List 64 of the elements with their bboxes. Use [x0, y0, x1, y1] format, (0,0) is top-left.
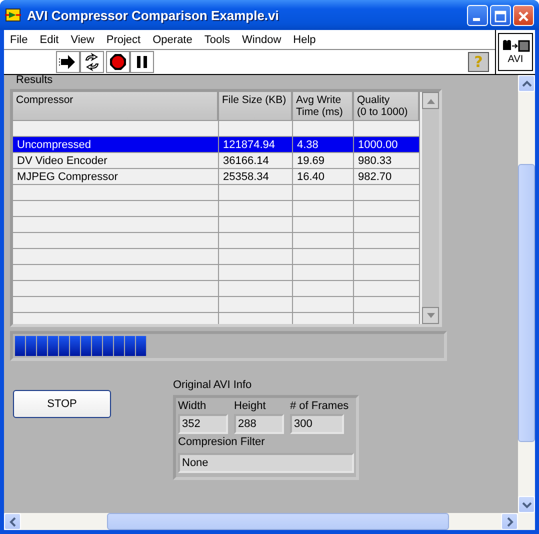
table-cell: DV Video Encoder — [13, 153, 219, 169]
table-cell: 4.38 — [293, 137, 354, 153]
vi-icon-label: AVI — [508, 54, 524, 65]
value-field: 300 — [290, 414, 344, 434]
vertical-scrollbar[interactable] — [518, 75, 535, 513]
arrow-icon — [58, 52, 78, 72]
chevron-left-icon — [8, 516, 16, 526]
close-button[interactable] — [513, 4, 534, 26]
run-continuously-button[interactable] — [80, 51, 104, 73]
stop-button[interactable]: STOP — [13, 390, 111, 418]
table-cell: MJPEG Compressor — [13, 169, 219, 185]
minimize-button[interactable] — [467, 4, 488, 26]
table-cell: 121874.94 — [219, 137, 293, 153]
camera-icon — [502, 39, 530, 53]
column-header[interactable]: Compressor — [13, 92, 219, 121]
chevron-down-icon — [522, 500, 532, 508]
table-cell: 980.33 — [354, 153, 420, 169]
scroll-thumb[interactable] — [107, 513, 449, 530]
horizontal-scrollbar[interactable] — [4, 513, 535, 530]
menu-item[interactable]: Operate — [150, 34, 198, 46]
window-title: AVI Compressor Comparison Example.vi — [27, 8, 280, 22]
menu-item[interactable]: View — [68, 34, 100, 46]
abort-button[interactable] — [106, 51, 130, 73]
triangle-up-icon — [426, 96, 436, 104]
value-field: 352 — [178, 414, 228, 434]
menu-item[interactable]: Project — [104, 34, 147, 46]
results-label: Results — [16, 75, 54, 85]
field-label: Height — [234, 400, 267, 412]
run-button[interactable] — [56, 51, 80, 73]
column-header[interactable]: Avg Write Time (ms) — [293, 92, 354, 121]
menu-item[interactable]: File — [8, 34, 34, 46]
scroll-thumb[interactable] — [518, 164, 535, 442]
table-cell: 25358.34 — [219, 169, 293, 185]
scroll-left-button[interactable] — [4, 513, 21, 530]
value-field: None — [178, 453, 354, 473]
menu-item[interactable]: Tools — [202, 34, 236, 46]
field-label: # of Frames — [290, 400, 350, 412]
pause-button[interactable] — [130, 51, 154, 73]
column-header[interactable]: File Size (KB) — [219, 92, 293, 121]
maximize-button[interactable] — [490, 4, 511, 26]
minimize-icon — [473, 18, 480, 20]
value-field: 288 — [234, 414, 284, 434]
triangle-down-icon — [426, 312, 436, 320]
scroll-right-button[interactable] — [501, 513, 518, 530]
table-cell: 982.70 — [354, 169, 420, 185]
chevron-up-icon — [522, 80, 532, 88]
column-header[interactable]: Quality (0 to 1000) — [354, 92, 420, 121]
menu-item[interactable]: Help — [291, 34, 322, 46]
field-label: Compresion Filter — [178, 436, 266, 448]
stop-sign-icon — [108, 52, 128, 72]
chevron-right-icon — [506, 516, 514, 526]
field-label: Width — [178, 400, 208, 412]
table-row[interactable]: MJPEG Compressor 25358.34 16.40 982.70 — [13, 169, 422, 185]
table-row[interactable]: DV Video Encoder 36166.14 19.69 980.33 — [13, 153, 422, 169]
table-cell: 16.40 — [293, 169, 354, 185]
table-row[interactable]: Uncompressed 121874.94 4.38 1000.00 — [13, 137, 422, 153]
menu-item[interactable]: Window — [240, 34, 288, 46]
cluster-label: Original AVI Info — [173, 379, 253, 391]
table-cell: Uncompressed — [13, 137, 219, 153]
app-icon — [5, 7, 21, 23]
menu-item[interactable]: Edit — [38, 34, 65, 46]
table-cell: 1000.00 — [354, 137, 420, 153]
table-cell: 36166.14 — [219, 153, 293, 169]
table-cell: 19.69 — [293, 153, 354, 169]
